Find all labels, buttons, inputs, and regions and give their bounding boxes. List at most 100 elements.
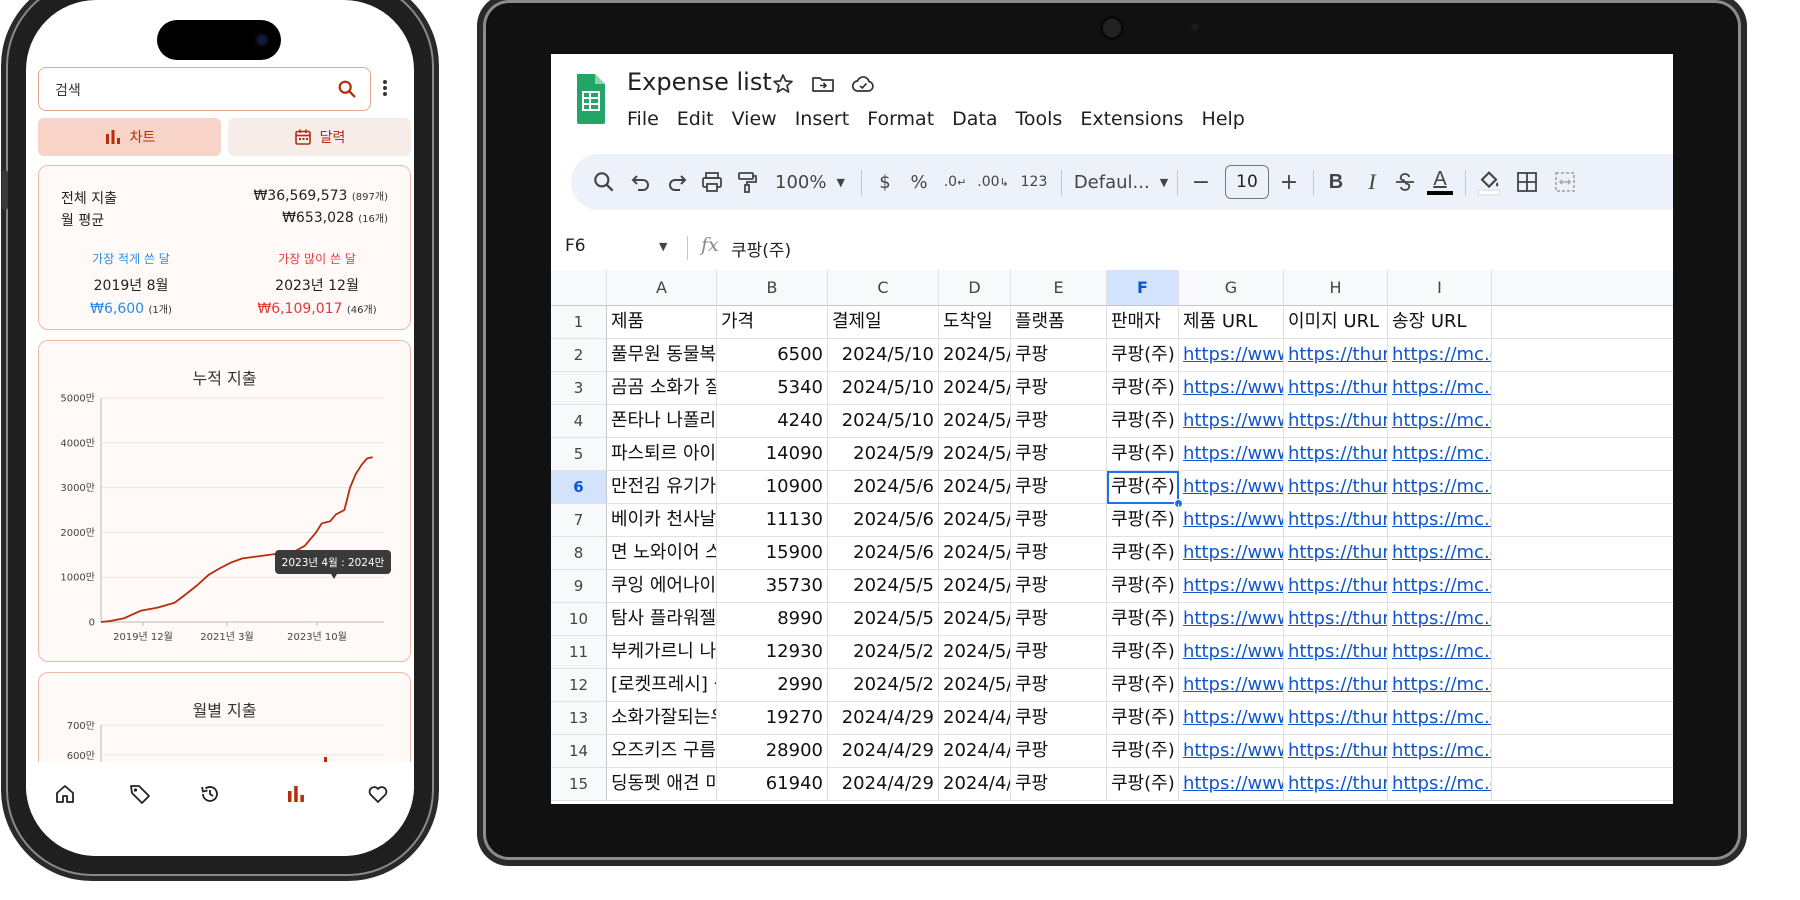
empty-cell[interactable] [1492, 504, 1673, 537]
link-cell[interactable]: https://mc.coup [1388, 438, 1492, 471]
link-cell[interactable]: https://mc.coup [1388, 504, 1492, 537]
table-cell[interactable]: 61940 [717, 768, 828, 801]
table-cell[interactable]: 탐사 플라워젤 변기 [607, 603, 717, 636]
search-menus-icon[interactable] [591, 168, 617, 196]
link-cell[interactable]: https://thumbna [1284, 669, 1388, 702]
link-cell[interactable]: https://thumbna [1284, 768, 1388, 801]
table-cell[interactable]: 2024/4/29 [828, 735, 939, 768]
name-box-chevron-down-icon[interactable]: ▼ [659, 240, 667, 253]
link-cell[interactable]: https://www.cou [1179, 702, 1284, 735]
link-cell[interactable]: https://mc.coup [1388, 669, 1492, 702]
row-header[interactable]: 1 [551, 306, 607, 339]
table-cell[interactable]: 쿠팡 [1011, 504, 1107, 537]
link-cell[interactable]: https://www.cou [1179, 768, 1284, 801]
menu-format[interactable]: Format [867, 108, 934, 130]
link-cell[interactable]: https://thumbna [1284, 471, 1388, 504]
menu-tools[interactable]: Tools [1016, 108, 1063, 130]
table-cell[interactable]: 면 노와이어 스포츠 [607, 537, 717, 570]
more-formats-button[interactable]: 123 [1017, 154, 1051, 210]
link-cell[interactable]: https://thumbna [1284, 702, 1388, 735]
more-menu-icon[interactable] [381, 78, 389, 100]
empty-cell[interactable] [1492, 735, 1673, 768]
table-cell[interactable]: 쿠팡(주) [1107, 669, 1179, 702]
link-cell[interactable]: https://www.cou [1179, 471, 1284, 504]
table-cell[interactable]: 2024/5/10 [828, 372, 939, 405]
table-cell[interactable]: 2024/4/30 [939, 702, 1011, 735]
table-cell[interactable]: 2024/5/2 [828, 669, 939, 702]
cloud-saved-icon[interactable] [851, 72, 875, 96]
row-header[interactable]: 6 [551, 471, 607, 504]
table-cell[interactable]: 쿠팡(주) [1107, 768, 1179, 801]
borders-icon[interactable] [1515, 170, 1539, 194]
empty-cell[interactable] [1492, 306, 1673, 339]
row-header[interactable]: 7 [551, 504, 607, 537]
table-cell[interactable]: 19270 [717, 702, 828, 735]
table-cell[interactable]: 2024/5/11 [939, 372, 1011, 405]
table-cell[interactable]: 쿠팡 [1011, 438, 1107, 471]
table-cell[interactable]: 폰타나 나폴리 뽀모 [607, 405, 717, 438]
link-cell[interactable]: https://thumbna [1284, 735, 1388, 768]
table-cell[interactable]: 28900 [717, 735, 828, 768]
link-cell[interactable]: https://www.cou [1179, 570, 1284, 603]
percent-format-button[interactable]: % [905, 154, 933, 210]
merge-cells-icon[interactable] [1553, 170, 1577, 194]
header-cell[interactable]: 제품 URL [1179, 306, 1284, 339]
row-header[interactable]: 2 [551, 339, 607, 372]
strikethrough-icon[interactable] [1393, 170, 1417, 194]
link-cell[interactable]: https://www.cou [1179, 438, 1284, 471]
table-cell[interactable]: 쿠팡(주) [1107, 570, 1179, 603]
table-cell[interactable]: 2024/5/2 [828, 636, 939, 669]
table-cell[interactable]: 베이카 천사날개 어 [607, 504, 717, 537]
table-cell[interactable]: 쿠팡(주) [1107, 372, 1179, 405]
link-cell[interactable]: https://mc.coup [1388, 735, 1492, 768]
table-cell[interactable]: 2024/4/29 [828, 768, 939, 801]
decrease-decimal-button[interactable]: .0 ↵ [939, 154, 971, 210]
menu-insert[interactable]: Insert [795, 108, 850, 130]
table-cell[interactable]: 12930 [717, 636, 828, 669]
row-header[interactable]: 5 [551, 438, 607, 471]
header-cell[interactable]: 송장 URL [1388, 306, 1492, 339]
table-cell[interactable]: 풀무원 동물복지 목 [607, 339, 717, 372]
table-cell[interactable]: 2024/5/10 [828, 339, 939, 372]
font-size-input[interactable]: 10 [1225, 165, 1269, 199]
search-input[interactable]: 검색 [38, 67, 371, 111]
link-cell[interactable]: https://www.cou [1179, 405, 1284, 438]
tab-chart[interactable]: 차트 [38, 118, 221, 156]
table-cell[interactable]: [로켓프레시] 삼립 [607, 669, 717, 702]
empty-cell[interactable] [1492, 438, 1673, 471]
menu-view[interactable]: View [732, 108, 777, 130]
empty-cell[interactable] [1492, 702, 1673, 735]
link-cell[interactable]: https://mc.coup [1388, 768, 1492, 801]
link-cell[interactable]: https://thumbna [1284, 537, 1388, 570]
row-header[interactable]: 10 [551, 603, 607, 636]
link-cell[interactable]: https://www.cou [1179, 603, 1284, 636]
home-icon[interactable] [53, 782, 77, 806]
row-header[interactable]: 12 [551, 669, 607, 702]
table-cell[interactable]: 쿠팡 [1011, 570, 1107, 603]
link-cell[interactable]: https://www.cou [1179, 636, 1284, 669]
select-all-corner[interactable] [551, 270, 607, 306]
table-cell[interactable]: 5340 [717, 372, 828, 405]
empty-cell[interactable] [1492, 339, 1673, 372]
column-header-e[interactable]: E [1011, 270, 1107, 306]
table-cell[interactable]: 2024/5/7 [939, 537, 1011, 570]
table-cell[interactable]: 2024/5/11 [939, 405, 1011, 438]
table-cell[interactable]: 2024/4/29 [828, 702, 939, 735]
empty-cell[interactable] [1492, 372, 1673, 405]
table-cell[interactable]: 14090 [717, 438, 828, 471]
tab-calendar[interactable]: 달력 [228, 118, 411, 156]
link-cell[interactable]: https://thumbna [1284, 603, 1388, 636]
header-cell[interactable]: 가격 [717, 306, 828, 339]
link-cell[interactable]: https://mc.coup [1388, 537, 1492, 570]
paint-format-icon[interactable] [735, 170, 759, 194]
empty-cell[interactable] [1492, 636, 1673, 669]
column-header-a[interactable]: A [607, 270, 717, 306]
table-cell[interactable]: 쿠팡(주) [1107, 735, 1179, 768]
table-cell[interactable]: 2024/5/10 [939, 438, 1011, 471]
fill-color-icon[interactable] [1475, 168, 1503, 196]
search-icon[interactable] [336, 78, 358, 100]
table-cell[interactable]: 쿠팡(주) [1107, 438, 1179, 471]
redo-icon[interactable] [665, 170, 689, 194]
column-header-c[interactable]: C [828, 270, 939, 306]
table-cell[interactable]: 쿠팡 [1011, 372, 1107, 405]
